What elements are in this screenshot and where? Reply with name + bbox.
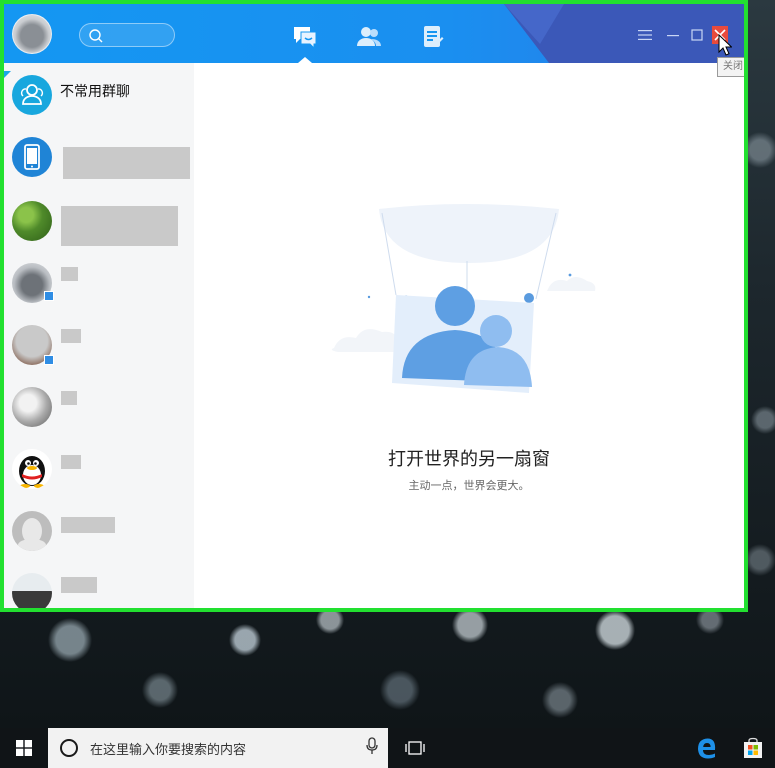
default-avatar-icon — [18, 518, 46, 551]
tab-contacts[interactable] — [354, 22, 384, 52]
phone-icon — [24, 144, 40, 170]
store-button[interactable] — [731, 728, 775, 768]
store-icon — [744, 737, 762, 758]
tab-messages[interactable] — [290, 22, 320, 52]
list-item[interactable] — [4, 253, 194, 315]
maximize-button[interactable] — [688, 26, 706, 44]
minimize-icon — [667, 35, 679, 37]
list-item[interactable] — [4, 315, 194, 377]
avatar — [12, 387, 52, 427]
avatar — [12, 511, 52, 551]
redacted-name — [61, 455, 81, 469]
redacted-name — [63, 147, 190, 179]
task-view-button[interactable] — [388, 728, 442, 768]
group-icon — [20, 84, 44, 105]
list-item[interactable] — [4, 439, 194, 501]
empty-state-illustration — [331, 204, 596, 393]
cortana-icon — [60, 739, 78, 757]
taskbar-search-placeholder: 在这里输入你要搜索的内容 — [90, 742, 247, 758]
list-item[interactable] — [4, 377, 194, 439]
chat-bubble-icon — [294, 27, 317, 50]
microphone-icon[interactable] — [366, 737, 378, 759]
taskbar-search[interactable]: 在这里输入你要搜索的内容 — [48, 728, 388, 768]
list-item[interactable] — [4, 563, 194, 608]
qq-main-window: 关闭 不常用群聊 打开世界的另一扇窗 主动一点，世界会更大。 — [0, 0, 748, 612]
conversation-list[interactable]: 不常用群聊 — [4, 63, 194, 608]
list-item[interactable] — [4, 501, 194, 563]
mobile-online-badge — [44, 355, 54, 365]
document-icon — [424, 26, 444, 47]
list-item[interactable] — [4, 191, 194, 253]
contacts-icon — [357, 27, 381, 46]
maximize-icon — [691, 29, 703, 41]
list-item-label: 不常用群聊 — [60, 84, 130, 100]
title-bar — [4, 4, 744, 63]
redacted-name — [61, 206, 178, 246]
redacted-name — [61, 329, 81, 343]
tab-space[interactable] — [418, 22, 448, 52]
avatar — [12, 449, 52, 489]
taskbar: 在这里输入你要搜索的内容 — [0, 728, 775, 768]
search-icon — [88, 28, 104, 48]
list-item[interactable]: 不常用群聊 — [4, 65, 194, 127]
avatar — [12, 75, 52, 115]
main-panel: 打开世界的另一扇窗 主动一点，世界会更大。 — [194, 63, 744, 608]
close-tooltip: 关闭 — [717, 57, 744, 77]
mobile-online-badge — [44, 291, 54, 301]
redacted-name — [61, 391, 77, 405]
mouse-cursor-icon — [718, 33, 733, 60]
empty-state-title: 打开世界的另一扇窗 — [388, 449, 550, 470]
redacted-name — [61, 577, 97, 593]
empty-state-subtitle: 主动一点，世界会更大。 — [408, 479, 530, 492]
task-view-icon — [405, 741, 425, 755]
avatar — [12, 201, 52, 241]
penguin-icon — [19, 456, 45, 488]
windows-logo-icon — [16, 740, 32, 756]
user-avatar[interactable] — [12, 14, 52, 54]
menu-button[interactable] — [636, 26, 654, 44]
minimize-button[interactable] — [664, 26, 682, 44]
redacted-name — [61, 517, 115, 533]
search-field[interactable] — [79, 23, 175, 47]
list-item[interactable] — [4, 127, 194, 189]
avatar — [12, 137, 52, 177]
edge-icon — [698, 738, 716, 759]
menu-icon — [638, 30, 652, 40]
redacted-name — [61, 267, 78, 281]
avatar — [12, 573, 52, 608]
start-button[interactable] — [0, 728, 48, 768]
edge-browser-button[interactable] — [685, 728, 729, 768]
